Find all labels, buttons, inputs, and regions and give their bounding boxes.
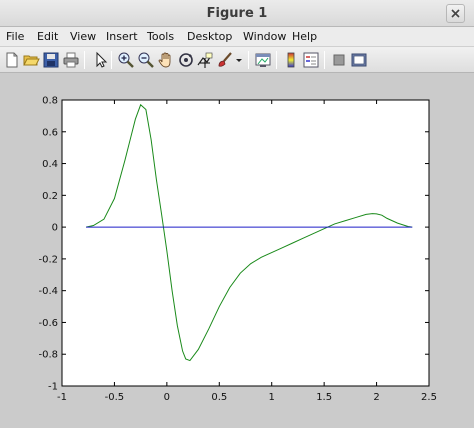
line-plot[interactable]: -1 -0.5 0 0.5 1 1.5 2 2.5 -1 -0.8 -0.6 -0.4 -0.2 0 0.2… [0,74,474,428]
x-tick-label: 2.5 [421,392,437,403]
x-tick-label: 1 [269,392,275,403]
menu-edit[interactable]: Edit [37,30,58,43]
data-cursor-icon[interactable] [196,51,214,69]
colorbar-icon[interactable] [282,51,300,69]
close-window-button[interactable] [446,4,465,23]
dropdown-arrow-icon[interactable] [234,51,244,69]
rotate-3d-icon[interactable] [177,51,195,69]
menu-help[interactable]: Help [292,30,317,43]
window-title: Figure 1 [206,6,268,21]
print-icon[interactable] [62,51,80,69]
x-tick-label: 0 [164,392,170,403]
link-plot-icon[interactable] [254,51,272,69]
menu-tools[interactable]: Tools [147,30,174,43]
brush-icon[interactable] [216,51,234,69]
figure-toolbar [0,47,474,73]
y-tick-label: -0.6 [38,318,58,329]
toolbar-separator [276,51,277,69]
save-icon[interactable] [42,51,60,69]
toolbar-separator [324,51,325,69]
legend-icon[interactable] [302,51,320,69]
zoom-in-icon[interactable] [117,51,135,69]
toolbar-separator [111,51,112,69]
menu-window[interactable]: Window [243,30,286,43]
y-tick-label: -0.4 [38,286,58,297]
y-tick-label: -1 [48,382,58,393]
x-tick-label: 1.5 [316,392,332,403]
menu-insert[interactable]: Insert [106,30,138,43]
open-file-icon[interactable] [22,51,40,69]
new-figure-icon[interactable] [3,51,21,69]
menu-view[interactable]: View [70,30,96,43]
title-bar[interactable]: Figure 1 [0,0,474,27]
show-plot-tools-icon[interactable] [350,51,368,69]
pan-hand-icon[interactable] [157,51,175,69]
toolbar-separator [248,51,249,69]
y-tick-label: -0.8 [38,350,58,361]
x-tick-label: -0.5 [105,392,125,403]
figure-window: Figure 1 File Edit View Insert Tools Des… [0,0,474,428]
menu-desktop[interactable]: Desktop [187,30,232,43]
figure-canvas: -1 -0.5 0 0.5 1 1.5 2 2.5 -1 -0.8 -0.6 -0.4 -0.2 0 0.2… [0,74,474,428]
y-tick-label: -0.2 [38,254,58,265]
toolbar-separator [84,51,85,69]
x-tick-label: 0.5 [211,392,227,403]
pointer-icon[interactable] [91,51,109,69]
close-icon [451,9,460,18]
menu-file[interactable]: File [6,30,24,43]
menu-bar: File Edit View Insert Tools Desktop Wind… [0,27,474,47]
hide-plot-tools-icon[interactable] [330,51,348,69]
zoom-out-icon[interactable] [137,51,155,69]
y-tick-label: 0.6 [42,127,58,138]
x-tick-label: 2 [373,392,379,403]
y-tick-label: 0.4 [42,159,58,170]
y-tick-label: 0.8 [42,96,58,107]
x-tick-label: -1 [57,392,67,403]
y-tick-label: 0.2 [42,191,58,202]
y-tick-label: 0 [52,223,58,234]
axes-background [62,100,429,386]
